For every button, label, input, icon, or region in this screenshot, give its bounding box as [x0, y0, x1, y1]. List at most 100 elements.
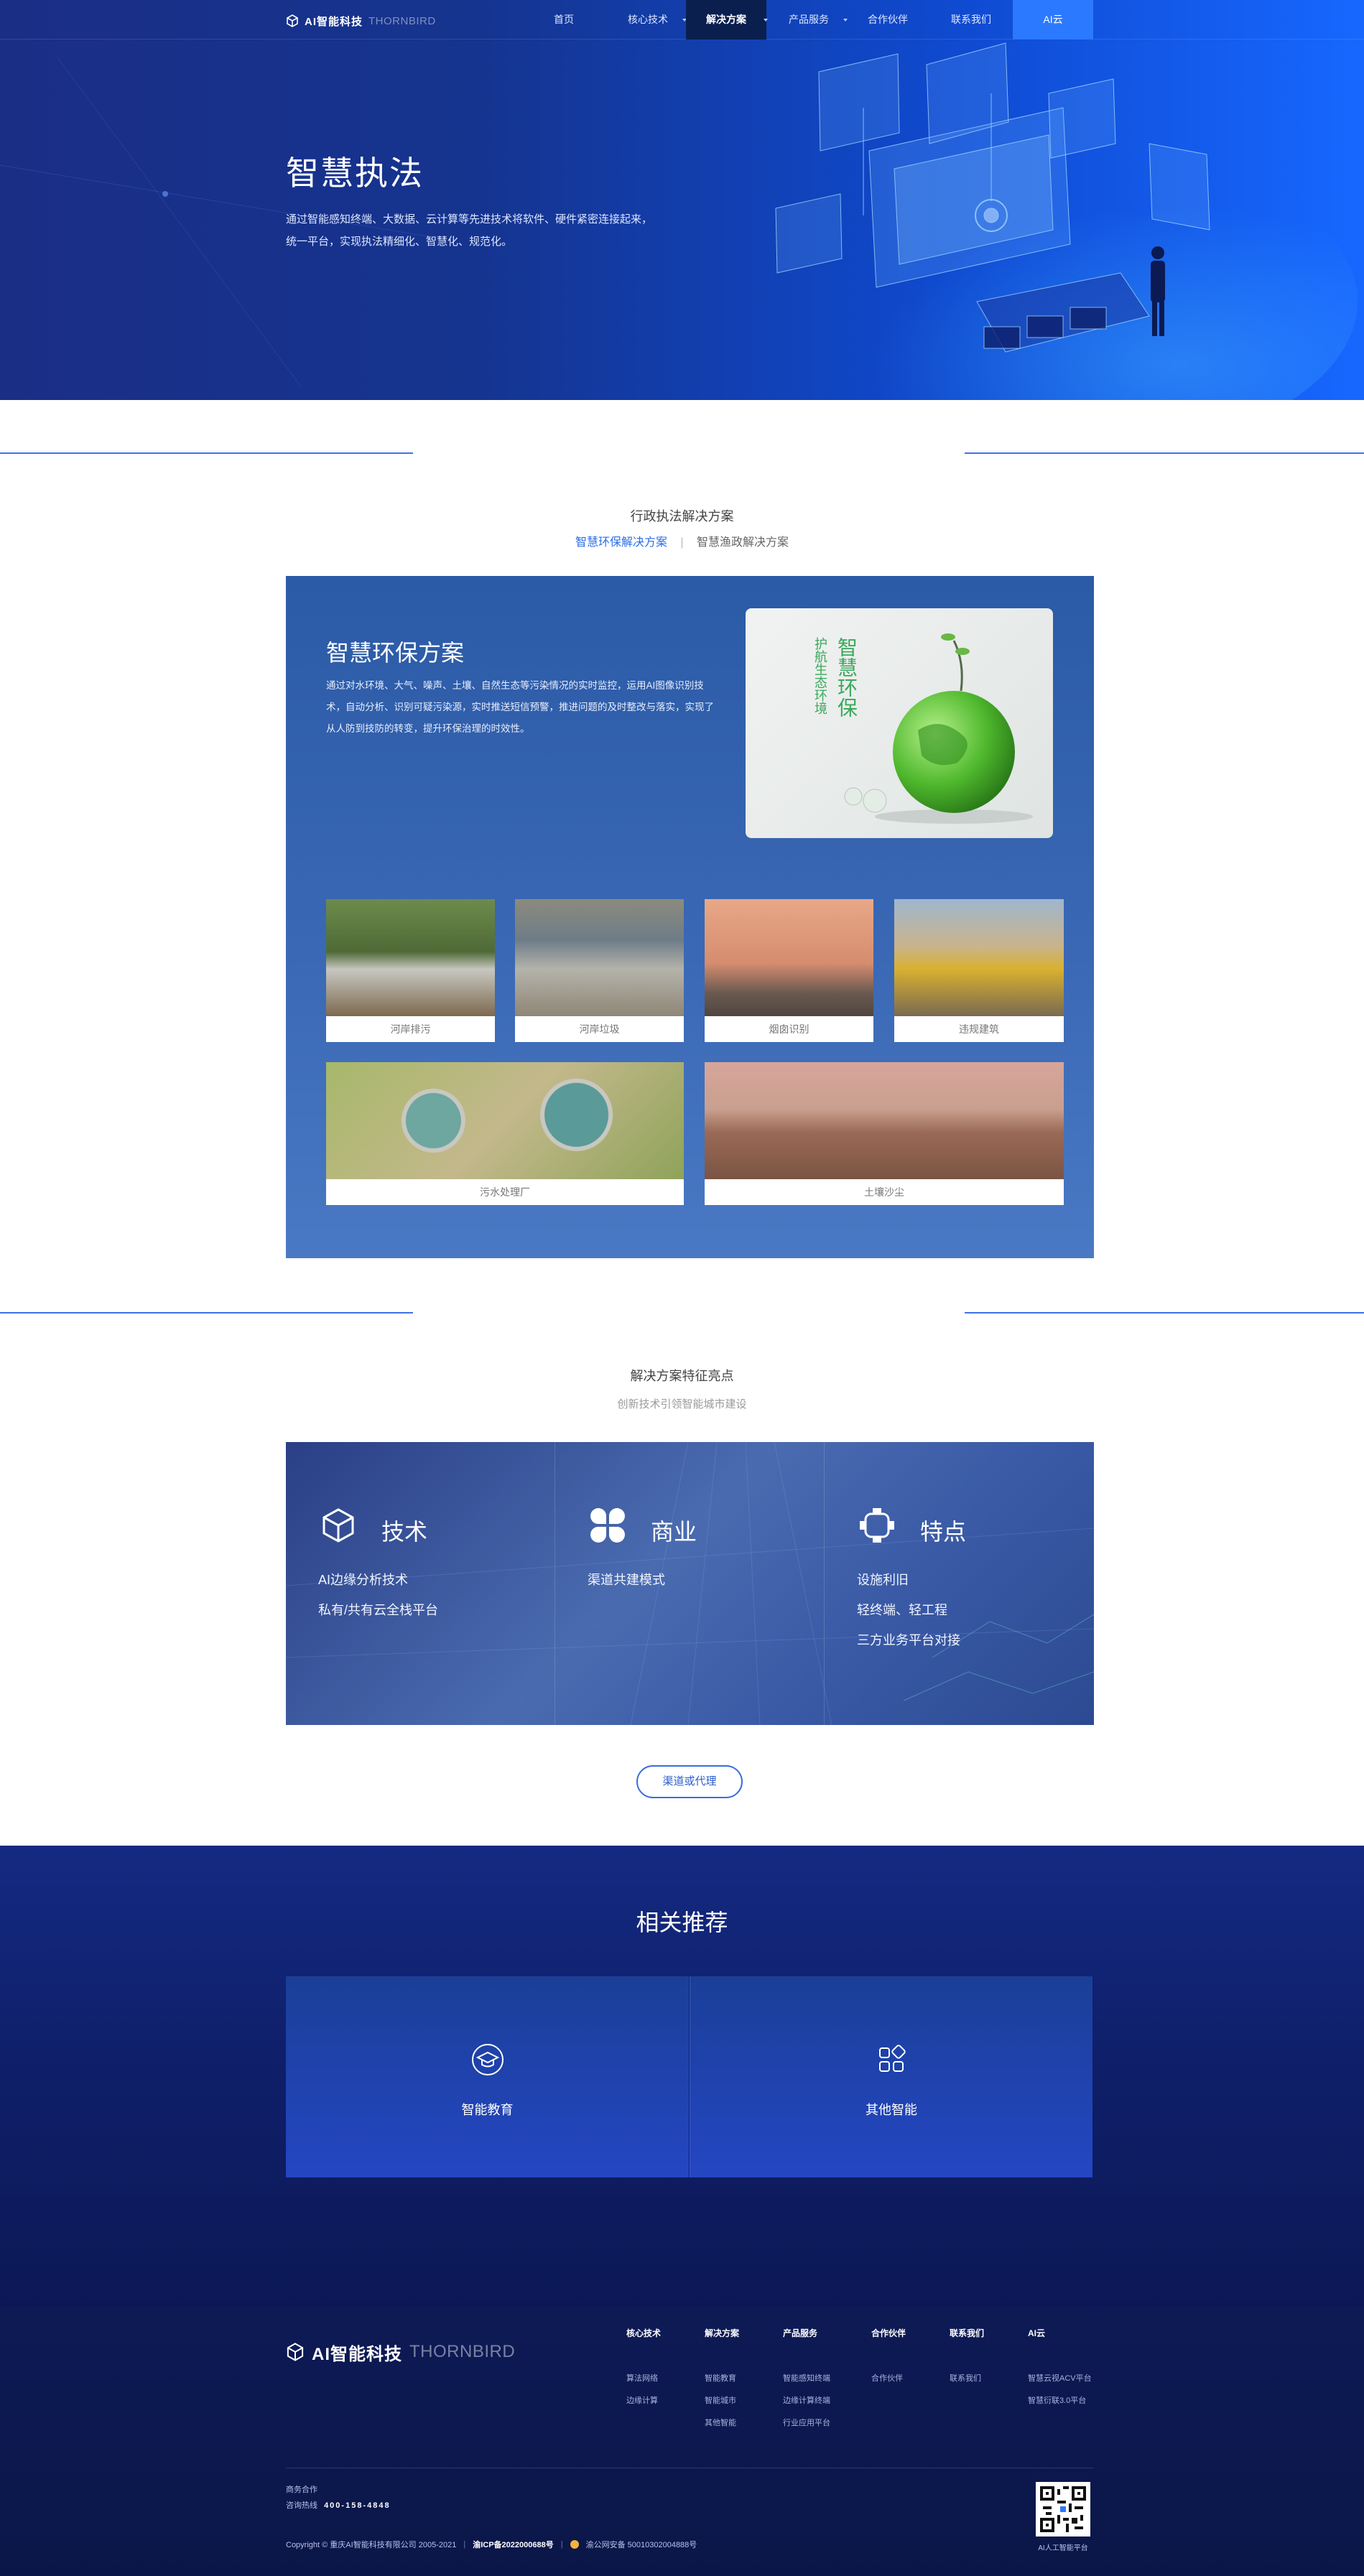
feature-title: 技术 — [381, 1519, 428, 1545]
nav-logo[interactable]: AI智能科技 THORNBIRD — [286, 13, 436, 29]
case-image-illegal-building — [894, 899, 1064, 1016]
nav-item-solutions[interactable]: 解决方案 — [686, 0, 766, 39]
footer-column-heading: 解决方案 — [705, 2328, 740, 2338]
case-image-river-sewage — [326, 899, 495, 1016]
chevron-down-icon — [843, 19, 848, 22]
channel-agent-button[interactable]: 渠道或代理 — [636, 1765, 743, 1798]
nav-item-products[interactable]: 产品服务 — [777, 0, 840, 39]
panel-description: 通过对水环境、大气、噪声、土壤、自然生态等污染情况的实时监控，运用AI图像识别技… — [326, 680, 714, 734]
clover-icon — [590, 1508, 625, 1543]
related-section: 相关推荐 智能教育 其他智能 — [0, 1846, 1364, 2307]
case-card[interactable]: 土壤沙尘 — [705, 1062, 1064, 1205]
top-navbar: AI智能科技 THORNBIRD 首页 核心技术 解决方案 产品服务 合作伙伴 … — [0, 0, 1364, 39]
footer-column: 解决方案 智能教育 智能城市 其他智能 — [705, 2327, 739, 2435]
footer-logo-subtext: THORNBIRD — [409, 2342, 516, 2361]
panel-title: 智慧环保方案 — [326, 640, 465, 666]
hero-title: 智慧执法 — [286, 154, 424, 192]
footer-link[interactable]: 智能城市 — [705, 2390, 739, 2412]
footer: AI智能科技 THORNBIRD 核心技术 算法网络 边缘计算 解决方案 智能教… — [0, 2307, 1364, 2576]
qr-caption: AI人工智能平台 — [1038, 2544, 1088, 2552]
feature-title: 商业 — [651, 1519, 697, 1545]
related-card-other[interactable]: 其他智能 — [690, 1976, 1092, 2177]
case-card[interactable]: 污水处理厂 — [326, 1062, 684, 1205]
footer-link[interactable]: 智能感知终端 — [783, 2368, 830, 2390]
hero-background-graphic — [0, 42, 1358, 400]
eco-poster-image: 智慧环保 护航生态环境 — [746, 608, 1053, 838]
footer-column: 核心技术 算法网络 边缘计算 — [626, 2327, 661, 2412]
cube-logo-icon — [287, 14, 298, 27]
feature-item: 渠道共建模式 — [588, 1573, 665, 1587]
footer-legal: Copyright © 重庆AI智能科技有限公司 2005-2021 | 渝IC… — [286, 2539, 697, 2550]
footer-link[interactable]: 边缘计算终端 — [783, 2390, 830, 2412]
police-badge-icon — [570, 2540, 579, 2549]
tab-eco-solution[interactable]: 智慧环保解决方案 — [575, 536, 667, 549]
footer-link[interactable]: 合作伙伴 — [871, 2368, 906, 2390]
nav-item-contact[interactable]: 联系我们 — [938, 0, 1004, 39]
case-image-chimney — [705, 899, 873, 1016]
footer-link[interactable]: 智慧衍联3.0平台 — [1028, 2390, 1092, 2412]
nav-item-home[interactable]: 首页 — [535, 0, 593, 39]
footer-link[interactable]: 其他智能 — [705, 2412, 739, 2435]
case-label: 污水处理厂 — [480, 1186, 530, 1198]
footer-column: 合作伙伴 合作伙伴 — [871, 2327, 906, 2390]
footer-link[interactable]: 联系我们 — [950, 2368, 984, 2390]
qr-code — [1036, 2482, 1090, 2537]
feature-column-business: 商业 渠道共建模式 — [555, 1442, 825, 1725]
solution-tabs: 智慧环保解决方案 | 智慧渔政解决方案 — [0, 532, 1364, 549]
tab-separator: | — [680, 536, 684, 549]
nav-item-partners[interactable]: 合作伙伴 — [856, 0, 919, 39]
related-title: 相关推荐 — [636, 1910, 728, 1935]
nav-item-core-tech[interactable]: 核心技术 — [616, 0, 679, 39]
chevron-down-icon — [764, 19, 768, 22]
footer-link[interactable]: 边缘计算 — [626, 2390, 661, 2412]
eco-solution-panel: 智慧环保方案 通过对水环境、大气、噪声、土壤、自然生态等污染情况的实时监控，运用… — [286, 576, 1094, 1258]
case-card[interactable]: 河岸排污 — [326, 899, 495, 1042]
footer-column: 联系我们 联系我们 — [950, 2327, 984, 2390]
footer-link[interactable]: 智慧云视ACV平台 — [1028, 2368, 1092, 2390]
nav-logo-subtext: THORNBIRD — [368, 14, 436, 27]
section-divider — [965, 452, 1364, 454]
feature-column-tech: 技术 AI边缘分析技术 私有/共有云全栈平台 — [286, 1442, 555, 1725]
related-card-label: 其他智能 — [866, 2103, 917, 2117]
qr-code-icon — [1040, 2486, 1086, 2532]
footer-column-heading: 联系我们 — [950, 2328, 985, 2338]
grid-icon — [879, 2045, 906, 2072]
case-label: 土壤沙尘 — [864, 1186, 904, 1198]
footer-link[interactable]: 智能教育 — [705, 2368, 739, 2390]
icp-link[interactable]: 渝ICP备2022000688号 — [473, 2539, 554, 2550]
footer-column: AI云 智慧云视ACV平台 智慧衍联3.0平台 — [1028, 2327, 1092, 2412]
footer-logo-text: AI智能科技 — [312, 2344, 402, 2364]
feature-item: 私有/共有云全栈平台 — [318, 1603, 439, 1617]
cube-logo-icon — [287, 2343, 304, 2361]
tab-fishery-solution[interactable]: 智慧渔政解决方案 — [697, 536, 789, 549]
case-label: 河岸排污 — [390, 1023, 431, 1035]
poster-small-text: 护航生态环境 — [813, 637, 827, 715]
case-label: 河岸垃圾 — [579, 1023, 620, 1035]
case-card[interactable]: 违规建筑 — [894, 899, 1064, 1042]
features-panel: 技术 AI边缘分析技术 私有/共有云全栈平台 商业 渠道共建模式 特点 设施利旧… — [286, 1442, 1094, 1725]
feature-title: 特点 — [920, 1519, 967, 1545]
hero-description: 通过智能感知终端、大数据、云计算等先进技术将软件、硬件紧密连接起来，统一平台，实… — [286, 213, 653, 248]
hero-banner: 智慧执法 通过智能感知终端、大数据、云计算等先进技术将软件、硬件紧密连接起来，统… — [0, 0, 1364, 400]
related-card-education[interactable]: 智能教育 — [286, 1976, 689, 2177]
footer-column-heading: 核心技术 — [626, 2328, 662, 2338]
nav-item-ai-cloud[interactable]: AI云 — [1013, 0, 1093, 39]
case-label: 烟囱识别 — [769, 1023, 809, 1035]
section-divider — [965, 1312, 1364, 1313]
police-record-link[interactable]: 渝公网安备 50010302004888号 — [586, 2539, 697, 2550]
feature-item: AI边缘分析技术 — [318, 1573, 409, 1587]
hotline-row: 咨询热线 400-158-4848 — [286, 2499, 391, 2511]
hotline-number[interactable]: 400-158-4848 — [324, 2501, 391, 2510]
footer-link[interactable]: 算法网络 — [626, 2368, 661, 2390]
copyright-text: Copyright © 重庆AI智能科技有限公司 2005-2021 — [286, 2541, 457, 2549]
footer-column-heading: AI云 — [1028, 2328, 1046, 2338]
feature-item: 轻终端、轻工程 — [857, 1603, 947, 1617]
case-image-river-garbage — [515, 899, 684, 1016]
section-divider — [0, 1312, 413, 1313]
case-card[interactable]: 烟囱识别 — [705, 899, 873, 1042]
footer-link[interactable]: 行业应用平台 — [783, 2412, 830, 2435]
footer-column: 产品服务 智能感知终端 边缘计算终端 行业应用平台 — [783, 2327, 830, 2435]
footer-logo[interactable]: AI智能科技 THORNBIRD — [286, 2342, 516, 2364]
case-card[interactable]: 河岸垃圾 — [515, 899, 684, 1042]
solutions-section-title: 行政执法解决方案 — [630, 509, 734, 524]
